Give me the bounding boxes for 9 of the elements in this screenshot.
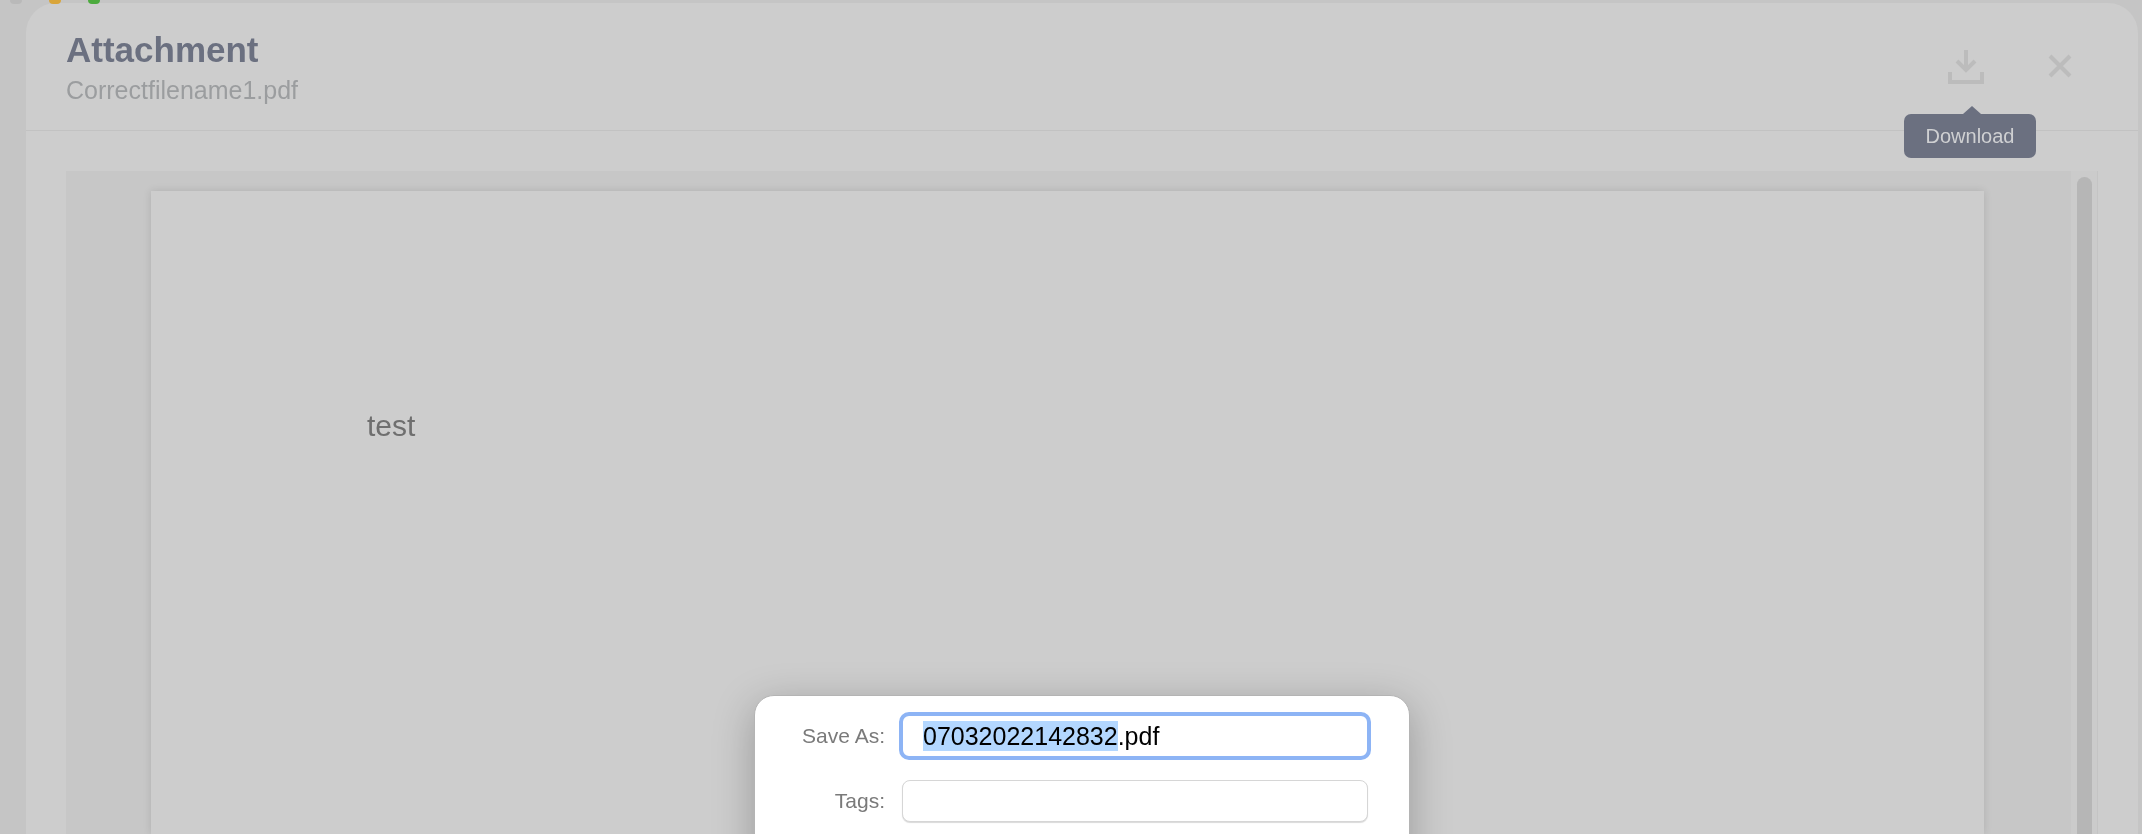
- field-label: Save As:: [801, 723, 885, 750]
- field-text: .pdf: [1117, 721, 1160, 751]
- field-label: Tags:: [833, 788, 885, 815]
- document-text: test: [367, 408, 416, 444]
- selected-text: 07032022142832: [923, 721, 1118, 751]
- tags-field[interactable]: [902, 780, 1368, 822]
- modal-title: Attachment: [66, 31, 260, 69]
- save-as-field[interactable]: 07032022142832.pdf: [899, 712, 1371, 760]
- tooltip: Download: [1904, 106, 2036, 158]
